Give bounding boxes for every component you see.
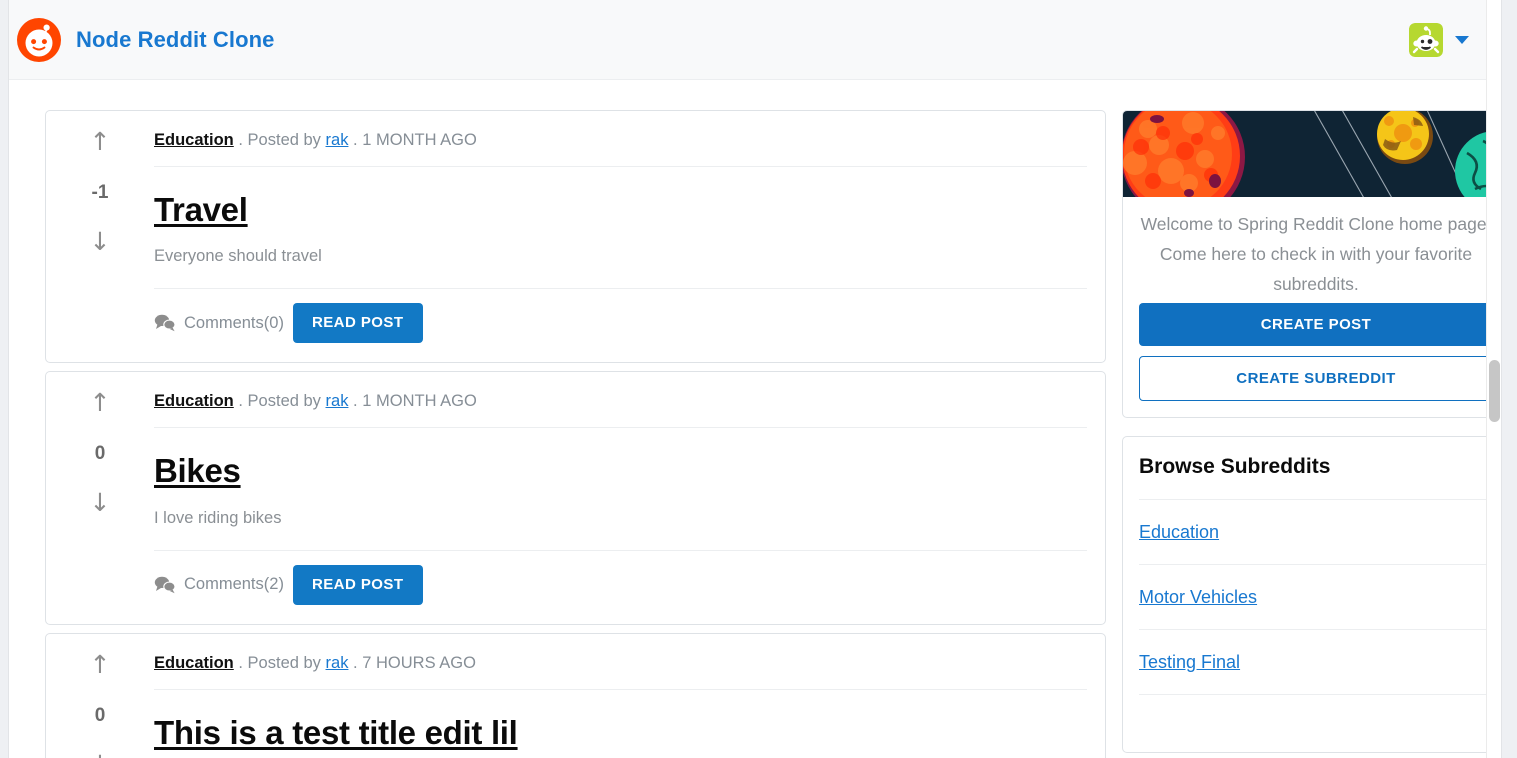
browse-subreddits-heading: Browse Subreddits	[1123, 437, 1502, 499]
upvote-icon[interactable]: ↑	[90, 652, 111, 677]
list-item[interactable]: Testing Final	[1139, 629, 1493, 694]
upvote-icon[interactable]: ↑	[90, 129, 111, 154]
space-planets-banner-icon	[1123, 111, 1502, 197]
brand-title: Node Reddit Clone	[76, 27, 274, 53]
post-actions: Comments(2) READ POST	[154, 551, 1087, 624]
sidebar: Welcome to Spring Reddit Clone home page…	[1122, 110, 1502, 758]
meta-separator-2: .	[353, 654, 358, 672]
list-item[interactable]: Motor Vehicles	[1139, 564, 1493, 629]
meta-separator: .	[238, 392, 243, 410]
vertical-scrollbar[interactable]	[1486, 0, 1501, 758]
post-card[interactable]: ↑ 0 ↓ Education . Posted by rak . 1 MONT…	[45, 371, 1106, 624]
list-item[interactable]: Education	[1139, 499, 1493, 564]
post-title-link[interactable]: Travel	[154, 192, 248, 228]
meta-separator: .	[238, 131, 243, 149]
post-age: 1 MONTH AGO	[362, 392, 477, 410]
post-meta: Education . Posted by rak . 1 MONTH AGO	[154, 392, 1087, 428]
post-subreddit-link[interactable]: Education	[154, 654, 234, 672]
vote-count: -1	[92, 183, 109, 202]
navbar-user-menu[interactable]	[1409, 23, 1469, 57]
chevron-down-icon[interactable]	[1455, 36, 1469, 44]
post-body: Education . Posted by rak . 1 MONTH AGO …	[154, 111, 1105, 362]
vote-count: 0	[95, 706, 106, 725]
post-title-link[interactable]: This is a test title edit lil	[154, 715, 518, 751]
read-post-button[interactable]: READ POST	[293, 303, 423, 343]
post-meta: Education . Posted by rak . 7 HOURS AGO	[154, 654, 1087, 690]
subreddit-link[interactable]: Motor Vehicles	[1139, 587, 1257, 607]
post-author-link[interactable]: rak	[326, 131, 349, 149]
upvote-icon[interactable]: ↑	[90, 390, 111, 415]
read-post-button[interactable]: READ POST	[293, 565, 423, 605]
post-actions: Comments(0) READ POST	[154, 289, 1087, 362]
post-age: 1 MONTH AGO	[362, 131, 477, 149]
vote-column: ↑ 0 ↓	[46, 634, 154, 758]
welcome-card: Welcome to Spring Reddit Clone home page…	[1122, 110, 1502, 418]
vote-column: ↑ -1 ↓	[46, 111, 154, 362]
page-root: Node Reddit Clone	[8, 0, 1502, 758]
post-meta: Education . Posted by rak . 1 MONTH AGO	[154, 131, 1087, 167]
posted-by-label: Posted by	[248, 131, 321, 149]
browse-subreddits-card: Browse Subreddits Education Motor Vehicl…	[1122, 436, 1502, 753]
reddit-logo-icon	[17, 18, 61, 62]
subreddit-link[interactable]: Education	[1139, 522, 1219, 542]
post-card[interactable]: ↑ -1 ↓ Education . Posted by rak . 1 MON…	[45, 110, 1106, 363]
brand-link[interactable]: Node Reddit Clone	[17, 18, 274, 62]
posted-by-label: Posted by	[248, 654, 321, 672]
comments-icon	[154, 314, 176, 332]
page-content: ↑ -1 ↓ Education . Posted by rak . 1 MON…	[9, 80, 1501, 758]
meta-separator-2: .	[353, 392, 358, 410]
meta-separator: .	[238, 654, 243, 672]
top-navbar: Node Reddit Clone	[9, 0, 1501, 80]
post-body: Education . Posted by rak . 1 MONTH AGO …	[154, 372, 1105, 623]
meta-separator-2: .	[353, 131, 358, 149]
browser-viewport: Node Reddit Clone	[0, 0, 1517, 758]
comments-count-label: Comments(2)	[184, 575, 284, 594]
comments-link[interactable]: Comments(2)	[154, 575, 284, 594]
list-divider	[1139, 694, 1493, 732]
comments-count-label: Comments(0)	[184, 314, 284, 333]
post-card[interactable]: ↑ 0 ↓ Education . Posted by rak . 7 HOUR…	[45, 633, 1106, 758]
posted-by-label: Posted by	[248, 392, 321, 410]
downvote-icon[interactable]: ↓	[90, 229, 111, 254]
create-subreddit-button[interactable]: CREATE SUBREDDIT	[1139, 356, 1493, 401]
comments-link[interactable]: Comments(0)	[154, 314, 284, 333]
post-description: Everyone should travel	[154, 247, 1087, 289]
subreddit-list: Education Motor Vehicles Testing Final	[1123, 499, 1502, 752]
post-author-link[interactable]: rak	[326, 654, 349, 672]
scrollbar-thumb[interactable]	[1489, 360, 1500, 422]
vote-column: ↑ 0 ↓	[46, 372, 154, 623]
post-description: I love riding bikes	[154, 509, 1087, 551]
sidebar-actions: CREATE POST CREATE SUBREDDIT	[1123, 303, 1502, 417]
vote-count: 0	[95, 444, 106, 463]
subreddit-link[interactable]: Testing Final	[1139, 652, 1240, 672]
downvote-icon[interactable]: ↓	[90, 752, 111, 758]
post-title-link[interactable]: Bikes	[154, 453, 241, 489]
post-subreddit-link[interactable]: Education	[154, 131, 234, 149]
user-avatar-icon[interactable]	[1409, 23, 1443, 57]
create-post-button[interactable]: CREATE POST	[1139, 303, 1493, 346]
post-feed: ↑ -1 ↓ Education . Posted by rak . 1 MON…	[45, 110, 1106, 758]
comments-icon	[154, 576, 176, 594]
downvote-icon[interactable]: ↓	[90, 490, 111, 515]
post-age: 7 HOURS AGO	[362, 654, 476, 672]
post-subreddit-link[interactable]: Education	[154, 392, 234, 410]
post-body: Education . Posted by rak . 7 HOURS AGO …	[154, 634, 1105, 758]
welcome-text: Welcome to Spring Reddit Clone home page…	[1123, 197, 1502, 303]
post-author-link[interactable]: rak	[326, 392, 349, 410]
